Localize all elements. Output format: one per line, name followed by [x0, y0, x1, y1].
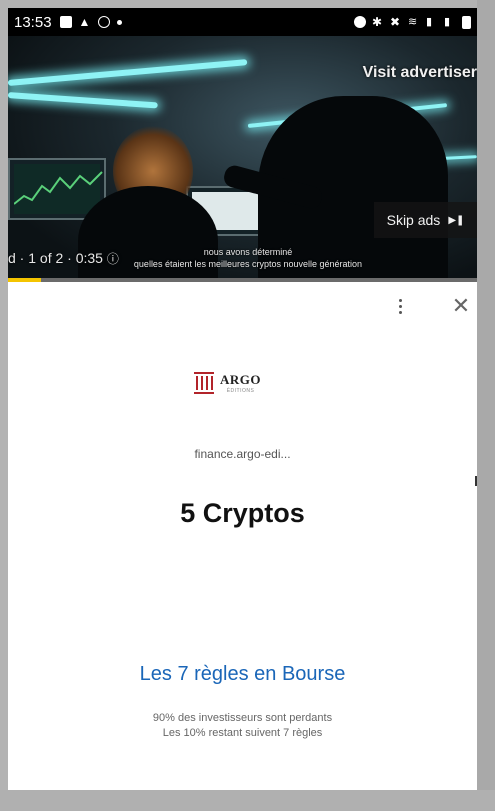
alarm-icon	[354, 16, 366, 28]
cta-title-link[interactable]: Les 7 règles en Bourse	[8, 663, 477, 686]
edge-handle	[475, 476, 477, 486]
logo-name: ARGO	[220, 372, 261, 387]
skip-ads-button[interactable]: Skip ads ▶❚	[374, 202, 477, 238]
subtitle-line-2: quelles étaient les meilleures cryptos n…	[133, 259, 363, 269]
advertiser-logo[interactable]: ARGO ÉDITIONS	[194, 372, 261, 394]
phone-screen: 13:53 ▲ ✱ ✖ ≋ ▮ ▮ Visit advertiser Skip …	[8, 8, 477, 790]
gallery-icon	[59, 16, 72, 28]
video-subtitle: nous avons déterminé quelles étaient les…	[98, 246, 398, 270]
cta-description: 90% des investisseurs sont perdants Les …	[8, 711, 477, 741]
ceiling-light	[8, 59, 248, 86]
cta-description-line-2: Les 10% restant suivent 7 règles	[162, 727, 323, 739]
info-icon[interactable]: ⓘ	[107, 252, 119, 266]
status-icons-right: ✱ ✖ ≋ ▮ ▮	[354, 15, 471, 29]
right-border	[477, 0, 495, 811]
notification-bell-icon: ▲	[78, 15, 91, 29]
visit-advertiser-link[interactable]: Visit advertiser	[363, 64, 477, 82]
screenshot-frame: 13:53 ▲ ✱ ✖ ≋ ▮ ▮ Visit advertiser Skip …	[0, 0, 495, 811]
mute-icon: ✖	[390, 15, 401, 29]
ad-progress-info: d · 1 of 2 · 0:35 ⓘ	[8, 250, 119, 267]
more-vert-icon	[398, 298, 402, 314]
close-button[interactable]: ✕	[449, 293, 473, 318]
status-bar: 13:53 ▲ ✱ ✖ ≋ ▮ ▮	[8, 8, 477, 36]
skip-next-icon: ▶❚	[448, 214, 465, 226]
bottom-border	[0, 790, 495, 811]
more-options-button[interactable]	[388, 294, 412, 318]
subtitle-line-1: nous avons déterminé	[203, 247, 293, 257]
logo-text: ARGO ÉDITIONS	[220, 372, 261, 394]
status-icons-left: ▲	[59, 15, 122, 29]
battery-icon	[462, 15, 471, 29]
video-progress-track[interactable]	[8, 278, 477, 282]
status-time: 13:53	[14, 13, 52, 31]
video-player[interactable]: Visit advertiser Skip ads ▶❚ nous avons …	[8, 36, 477, 282]
ceiling-light	[8, 92, 158, 109]
advertiser-domain[interactable]: finance.argo-edi...	[8, 447, 477, 461]
cta-description-line-1: 90% des investisseurs sont perdants	[152, 712, 333, 724]
more-notifications-icon	[116, 19, 122, 25]
skip-ads-label: Skip ads	[386, 212, 441, 228]
signal-icon: ▮	[426, 16, 433, 28]
chat-bubble-icon	[97, 16, 110, 28]
columns-logo-icon	[194, 372, 214, 394]
logo-subtitle: ÉDITIONS	[226, 388, 255, 394]
signal-2-icon: ▮	[444, 16, 451, 28]
bluetooth-icon: ✱	[372, 15, 383, 29]
ad-headline[interactable]: 5 Cryptos	[8, 498, 477, 529]
close-icon: ✕	[451, 293, 471, 318]
video-progress-fill	[8, 278, 41, 282]
ad-count-time: d · 1 of 2 · 0:35	[8, 250, 103, 266]
wifi-icon: ≋	[408, 16, 418, 28]
